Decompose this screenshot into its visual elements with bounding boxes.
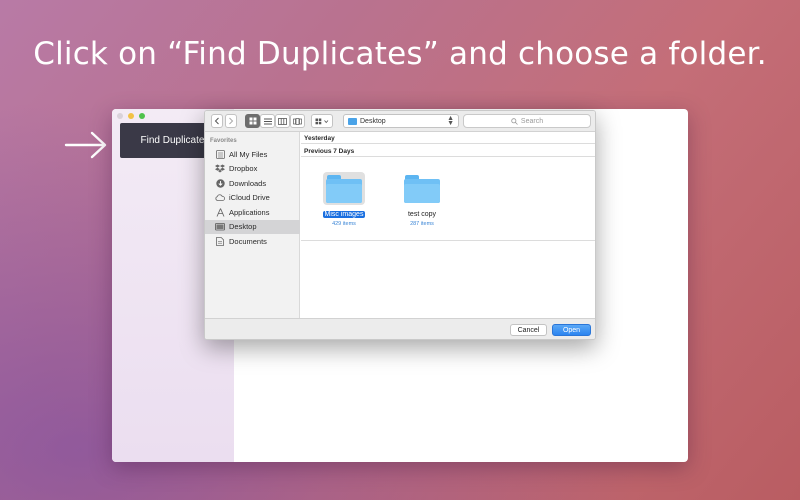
sidebar-item-label: Applications (229, 207, 270, 217)
folder-name: test copy (407, 211, 436, 218)
folder-icon (348, 117, 357, 125)
favorites-header: Favorites (210, 138, 237, 144)
dialog-sidebar: Favorites All My Files Dropbox Downloads… (205, 132, 300, 318)
sidebar-item-downloads[interactable]: Downloads (205, 176, 300, 190)
downloads-icon (215, 178, 225, 188)
sidebar-item-icloud-drive[interactable]: iCloud Drive (205, 191, 300, 205)
list-icon (263, 118, 272, 124)
chevron-right-icon (229, 117, 234, 125)
arrange-button[interactable] (311, 114, 333, 128)
folder-icon (326, 175, 362, 203)
window-zoom-button[interactable] (139, 113, 145, 119)
sidebar-item-label: iCloud Drive (229, 193, 270, 202)
search-placeholder: Search (520, 117, 544, 125)
cloud-icon (215, 193, 225, 203)
desktop-icon (215, 222, 225, 232)
folder-item-misc-images[interactable]: Misc images 429 items (309, 172, 379, 227)
section-previous-7-days: Previous 7 Days (301, 146, 595, 157)
applications-icon (215, 207, 225, 217)
all-files-icon (215, 149, 225, 159)
back-button[interactable] (211, 114, 223, 128)
section-yesterday: Yesterday (301, 133, 595, 144)
updown-chevron-icon: ▲ ▼ (447, 115, 454, 127)
chevron-left-icon (214, 117, 219, 125)
columns-icon (278, 117, 287, 125)
folder-icon (404, 175, 440, 203)
forward-button[interactable] (225, 114, 237, 128)
folder-count: 287 items (410, 221, 434, 227)
headline: Click on “Find Duplicates” and choose a … (33, 36, 767, 72)
location-select[interactable]: Desktop ▲ ▼ (343, 114, 459, 128)
sidebar-item-all-my-files[interactable]: All My Files (205, 147, 300, 161)
sidebar-item-label: Documents (229, 236, 267, 246)
open-button[interactable]: Open (552, 324, 591, 336)
sidebar-item-label: Downloads (229, 178, 267, 188)
open-dialog: Desktop ▲ ▼ Search Favorites All My Files… (204, 110, 596, 340)
dialog-footer: Cancel Open (205, 318, 595, 339)
dropbox-icon (215, 164, 225, 174)
search-input[interactable]: Search (463, 114, 591, 128)
sidebar-item-dropbox[interactable]: Dropbox (205, 162, 300, 176)
window-minimize-button[interactable] (128, 113, 134, 119)
sidebar-item-label: Dropbox (229, 164, 258, 173)
view-icons-button[interactable] (245, 114, 260, 128)
arrow-right-icon (64, 131, 107, 159)
dialog-toolbar: Desktop ▲ ▼ Search (205, 111, 595, 132)
sidebar-item-applications[interactable]: Applications (205, 205, 300, 219)
view-list-button[interactable] (260, 114, 275, 128)
search-icon (511, 117, 518, 125)
folder-count: 429 items (332, 221, 356, 227)
folder-name: Misc images (322, 211, 366, 218)
view-coverflow-button[interactable] (290, 114, 305, 128)
documents-icon (215, 236, 225, 246)
sidebar-item-label: Desktop (229, 222, 257, 231)
sidebar-item-label: All My Files (229, 149, 268, 159)
cancel-button[interactable]: Cancel (510, 324, 547, 336)
arrange-icon (315, 118, 328, 124)
view-columns-button[interactable] (275, 114, 290, 128)
sidebar-item-desktop[interactable]: Desktop (205, 219, 300, 234)
location-label: Desktop (360, 117, 386, 125)
window-close-button[interactable] (117, 113, 123, 119)
sidebar-item-documents[interactable]: Documents (205, 234, 300, 248)
coverflow-icon (293, 117, 302, 125)
file-browser: Yesterday Previous 7 Days Misc images 42… (301, 132, 595, 318)
grid-icon (249, 117, 256, 125)
folder-item-test-copy[interactable]: test copy 287 items (387, 175, 457, 227)
divider (301, 240, 595, 241)
